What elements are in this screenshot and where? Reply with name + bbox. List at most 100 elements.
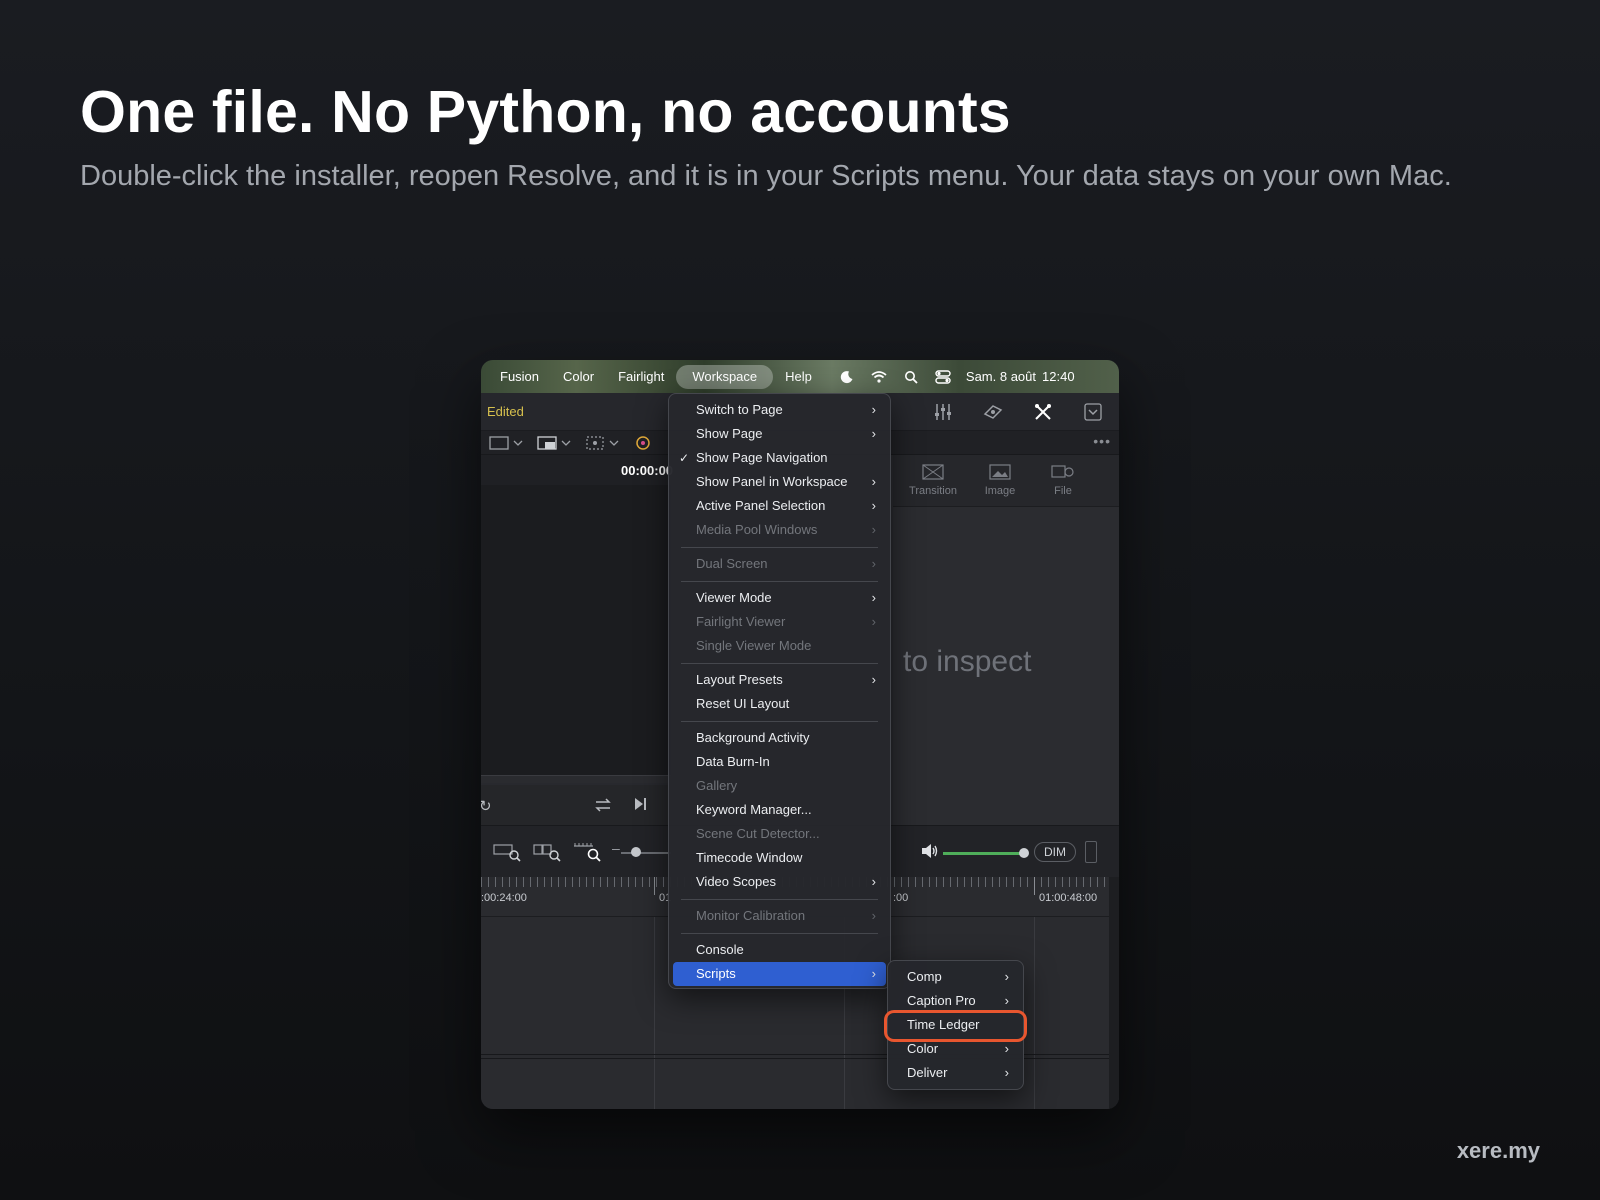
menu-item-switch-to-page[interactable]: Switch to Page ›: [673, 398, 886, 422]
menubar-item-fairlight[interactable]: Fairlight: [606, 365, 676, 389]
timeline-scrollbar[interactable]: [1109, 877, 1119, 1109]
wifi-icon[interactable]: [870, 368, 888, 386]
menu-item-scripts[interactable]: Scripts ›: [673, 962, 886, 986]
search-icon[interactable]: [902, 368, 920, 386]
zoom-out-icon[interactable]: –: [612, 840, 620, 856]
menu-item-viewer-mode[interactable]: Viewer Mode ›: [673, 586, 886, 610]
control-center-icon[interactable]: [934, 368, 952, 386]
proxy-icon[interactable]: [537, 434, 575, 452]
tab-file[interactable]: File: [1033, 463, 1093, 497]
ruler-label: 01:00:48:00: [1039, 892, 1098, 904]
transition-icon: [903, 463, 963, 483]
chevron-right-icon: ›: [871, 908, 876, 923]
brand-watermark: xere.my: [1456, 1138, 1540, 1163]
menubar-time[interactable]: 12:40: [1042, 369, 1075, 384]
viewer-size-icon[interactable]: [489, 434, 527, 452]
volume-slider-knob[interactable]: [1019, 848, 1029, 858]
menu-item-media-pool-windows: Media Pool Windows ›: [673, 518, 886, 542]
menu-item-label: Background Activity: [696, 730, 810, 745]
menu-separator: [681, 547, 878, 548]
zoom-detail-icon[interactable]: [533, 842, 561, 862]
speaker-icon[interactable]: [921, 843, 939, 864]
menu-item-console[interactable]: Console: [673, 938, 886, 962]
transform-icon[interactable]: [585, 434, 623, 452]
menu-item-label: Media Pool Windows: [696, 522, 818, 537]
tab-transition[interactable]: Transition: [903, 463, 963, 497]
mixer-icon[interactable]: [925, 399, 961, 425]
zoom-full-icon[interactable]: [493, 842, 521, 862]
chevron-right-icon: ›: [871, 522, 876, 537]
chevron-right-icon: ›: [1004, 1065, 1009, 1080]
scripts-item-caption-pro[interactable]: Caption Pro ›: [892, 989, 1019, 1013]
menu-item-label: Timecode Window: [696, 850, 803, 865]
menu-item-single-viewer-mode: Single Viewer Mode: [673, 634, 886, 658]
menu-item-layout-presets[interactable]: Layout Presets ›: [673, 668, 886, 692]
zoom-slider-track[interactable]: [621, 852, 671, 854]
menu-item-label: Data Burn-In: [696, 754, 770, 769]
track-gridline: [1034, 917, 1035, 1109]
menubar-item-workspace[interactable]: Workspace: [676, 364, 774, 389]
more-options-icon[interactable]: •••: [1093, 433, 1111, 449]
menu-item-label: Scripts: [696, 966, 736, 981]
next-frame-icon[interactable]: [633, 797, 647, 815]
menu-item-video-scopes[interactable]: Video Scopes ›: [673, 870, 886, 894]
menu-item-data-burn-in[interactable]: Data Burn-In: [673, 750, 886, 774]
menu-item-fairlight-viewer: Fairlight Viewer ›: [673, 610, 886, 634]
loop-icon[interactable]: ↻: [481, 797, 492, 815]
menu-item-reset-ui-layout[interactable]: Reset UI Layout: [673, 692, 886, 716]
menu-item-label: Show Page Navigation: [696, 450, 828, 465]
viewer-scrubber[interactable]: [481, 775, 671, 783]
source-viewer[interactable]: [481, 485, 671, 775]
menu-item-keyword-manager[interactable]: Keyword Manager...: [673, 798, 886, 822]
menu-item-label: Color: [907, 1041, 939, 1056]
menu-item-monitor-calibration: Monitor Calibration ›: [673, 904, 886, 928]
chevron-down-icon[interactable]: [1075, 399, 1111, 425]
menubar-item-color[interactable]: Color: [551, 365, 606, 389]
menu-item-label: Reset UI Layout: [696, 696, 790, 711]
dim-button[interactable]: DIM: [1034, 842, 1076, 862]
workspace-menu: Switch to Page › Show Page › ✓ Show Page Navi…: [668, 393, 891, 989]
menu-item-background-activity[interactable]: Background Activity: [673, 726, 886, 750]
scripts-item-color[interactable]: Color ›: [892, 1037, 1019, 1061]
scripts-item-comp[interactable]: Comp ›: [892, 965, 1019, 989]
macos-menubar: Fusion Color Fairlight Workspace Help Sa…: [481, 360, 1119, 393]
scripts-item-deliver[interactable]: Deliver ›: [892, 1061, 1019, 1085]
loop-mode-icon[interactable]: [593, 797, 613, 817]
chevron-right-icon: ›: [1004, 969, 1009, 984]
chevron-right-icon: ›: [871, 966, 876, 981]
headline: One file. No Python, no accounts: [80, 79, 1011, 145]
menu-item-show-panel-in-workspace[interactable]: Show Panel in Workspace ›: [673, 470, 886, 494]
chevron-right-icon: ›: [871, 672, 876, 687]
menu-item-show-page-navigation[interactable]: ✓ Show Page Navigation: [673, 446, 886, 470]
menu-item-show-page[interactable]: Show Page ›: [673, 422, 886, 446]
inspector-panel: to inspect: [893, 507, 1119, 825]
chevron-right-icon: ›: [1004, 1041, 1009, 1056]
menu-item-label: Layout Presets: [696, 672, 783, 687]
menu-item-timecode-window[interactable]: Timecode Window: [673, 846, 886, 870]
menu-item-label: Console: [696, 942, 744, 957]
chevron-right-icon: ›: [871, 474, 876, 489]
zoom-custom-icon[interactable]: [573, 842, 601, 862]
menubar-date[interactable]: Sam. 8 août: [966, 369, 1036, 384]
audio-meter: [1085, 841, 1097, 863]
color-wheel-icon[interactable]: [633, 434, 671, 452]
menu-item-label: Comp: [907, 969, 942, 984]
chevron-right-icon: ›: [1004, 993, 1009, 1008]
inspector-tools-icon[interactable]: [1025, 399, 1061, 425]
moon-icon[interactable]: [838, 368, 856, 386]
scripts-item-time-ledger[interactable]: Time Ledger: [892, 1013, 1019, 1037]
menu-separator: [681, 581, 878, 582]
menu-item-dual-screen: Dual Screen ›: [673, 552, 886, 576]
volume-slider-track[interactable]: [943, 852, 1023, 855]
menubar-item-help[interactable]: Help: [773, 365, 824, 389]
menu-item-label: Active Panel Selection: [696, 498, 826, 513]
menu-item-active-panel-selection[interactable]: Active Panel Selection ›: [673, 494, 886, 518]
menu-separator: [681, 721, 878, 722]
zoom-slider-knob[interactable]: [631, 847, 641, 857]
metadata-icon[interactable]: [975, 399, 1011, 425]
chevron-right-icon: ›: [871, 614, 876, 629]
menubar-item-fusion[interactable]: Fusion: [488, 365, 551, 389]
menu-item-label: Show Panel in Workspace: [696, 474, 848, 489]
tab-image[interactable]: Image: [970, 463, 1030, 497]
ruler-label: :00:24:00: [481, 892, 527, 904]
